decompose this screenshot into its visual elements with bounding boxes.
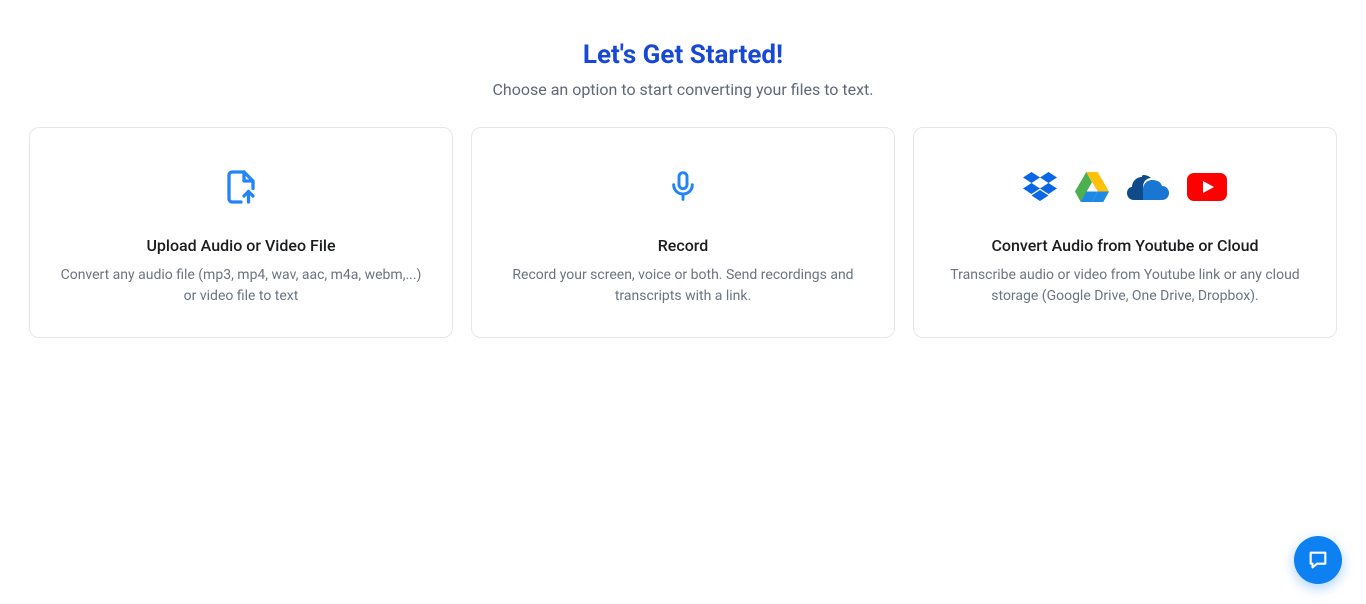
- cloud-card-title: Convert Audio from Youtube or Cloud: [991, 236, 1258, 255]
- youtube-icon: [1187, 173, 1227, 201]
- dropbox-icon: [1023, 172, 1057, 202]
- upload-card[interactable]: Upload Audio or Video File Convert any a…: [29, 127, 453, 338]
- cloud-card[interactable]: Convert Audio from Youtube or Cloud Tran…: [913, 127, 1337, 338]
- record-card-title: Record: [658, 236, 709, 255]
- upload-card-desc: Convert any audio file (mp3, mp4, wav, a…: [58, 265, 424, 307]
- page-subtitle: Choose an option to start converting you…: [29, 80, 1337, 99]
- google-drive-icon: [1075, 172, 1109, 202]
- cloud-card-desc: Transcribe audio or video from Youtube l…: [942, 265, 1308, 307]
- upload-file-icon: [223, 164, 259, 210]
- record-card-desc: Record your screen, voice or both. Send …: [500, 265, 866, 307]
- microphone-icon: [667, 164, 699, 210]
- record-card[interactable]: Record Record your screen, voice or both…: [471, 127, 895, 338]
- onedrive-icon: [1127, 173, 1169, 201]
- chat-icon: [1307, 549, 1329, 571]
- page-title: Let's Get Started!: [29, 40, 1337, 70]
- chat-button[interactable]: [1294, 536, 1342, 584]
- upload-card-title: Upload Audio or Video File: [146, 236, 335, 255]
- cards-row: Upload Audio or Video File Convert any a…: [29, 127, 1337, 338]
